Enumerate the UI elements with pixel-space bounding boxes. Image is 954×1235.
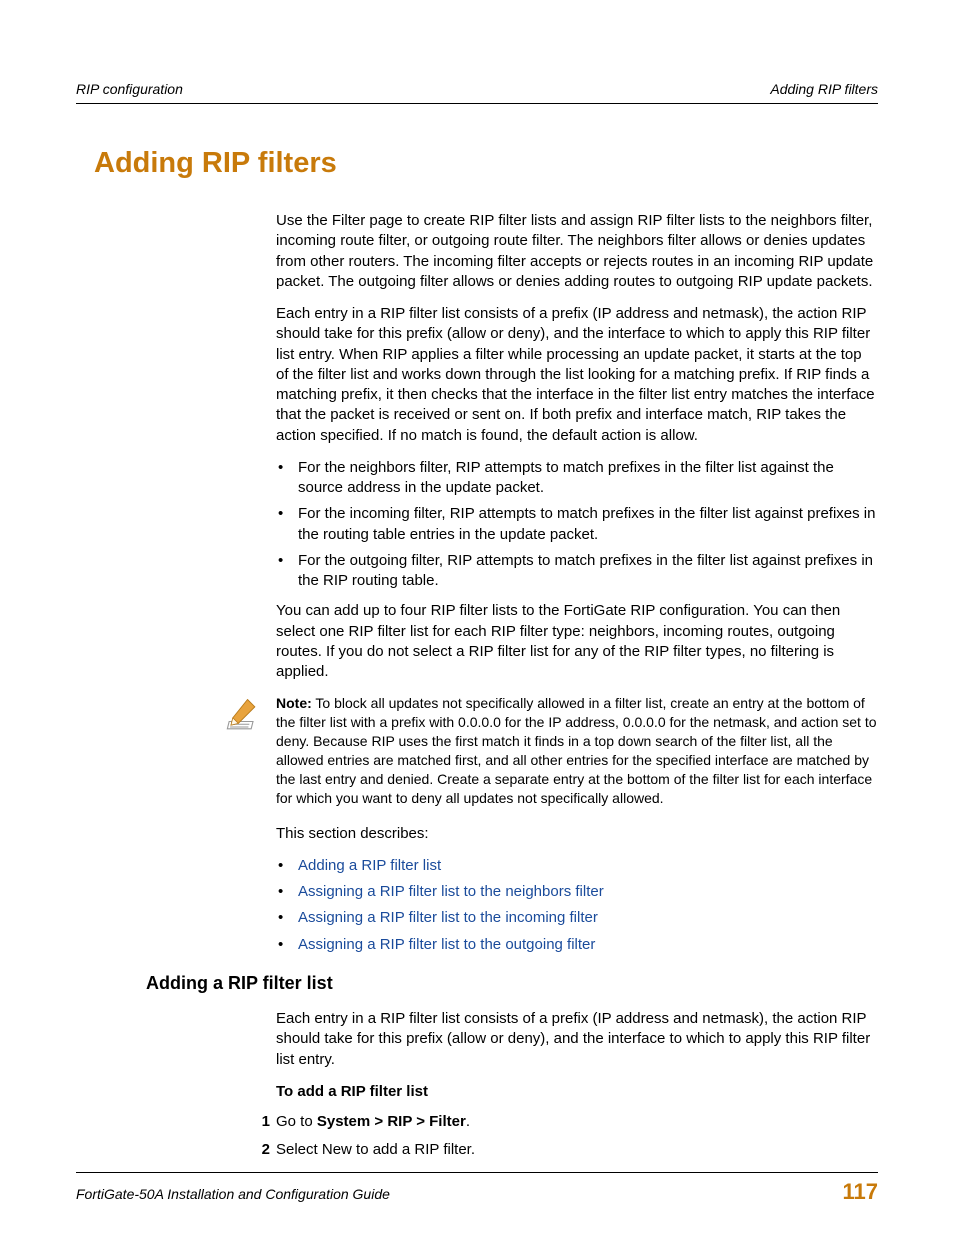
nav-path: System > RIP > Filter xyxy=(317,1113,466,1130)
note-block: Note: To block all updates not specifica… xyxy=(276,694,878,807)
link-incoming-filter[interactable]: Assigning a RIP filter list to the incom… xyxy=(298,909,598,926)
step-number: 2 xyxy=(242,1140,270,1160)
intro-paragraph-2: Each entry in a RIP filter list consists… xyxy=(276,304,878,446)
note-body: To block all updates not specifically al… xyxy=(276,695,877,805)
list-item: For the outgoing filter, RIP attempts to… xyxy=(298,551,878,592)
step-number: 1 xyxy=(242,1112,270,1132)
list-item: For the incoming filter, RIP attempts to… xyxy=(298,504,878,545)
step-row: 2 Select New to add a RIP filter. xyxy=(276,1140,878,1160)
note-text: Note: To block all updates not specifica… xyxy=(276,694,878,807)
header-right: Adding RIP filters xyxy=(770,80,878,99)
section-links-list: Adding a RIP filter list Assigning a RIP… xyxy=(276,856,878,955)
filter-types-list: For the neighbors filter, RIP attempts t… xyxy=(276,458,878,592)
link-adding-filter-list[interactable]: Adding a RIP filter list xyxy=(298,857,441,874)
page-title: Adding RIP filters xyxy=(94,144,878,183)
link-neighbors-filter[interactable]: Assigning a RIP filter list to the neigh… xyxy=(298,883,604,900)
subsection-intro: Each entry in a RIP filter list consists… xyxy=(276,1009,878,1070)
list-item: Assigning a RIP filter list to the outgo… xyxy=(298,935,878,955)
page-number: 117 xyxy=(843,1177,879,1207)
section-describes: This section describes: xyxy=(276,824,878,844)
step-body: Select New to add a RIP filter. xyxy=(276,1140,878,1160)
list-item: Assigning a RIP filter list to the incom… xyxy=(298,908,878,928)
running-header: RIP configuration Adding RIP filters xyxy=(76,80,878,104)
footer-doc-title: FortiGate-50A Installation and Configura… xyxy=(76,1185,390,1204)
step-row: 1 Go to System > RIP > Filter. xyxy=(276,1112,878,1132)
note-pencil-icon xyxy=(220,694,264,744)
link-outgoing-filter[interactable]: Assigning a RIP filter list to the outgo… xyxy=(298,936,595,953)
step-text: . xyxy=(466,1113,470,1130)
list-item: Assigning a RIP filter list to the neigh… xyxy=(298,882,878,902)
note-label: Note: xyxy=(276,695,312,711)
subheading-adding-filter-list: Adding a RIP filter list xyxy=(146,971,878,995)
step-text: Go to xyxy=(276,1113,317,1130)
list-item: For the neighbors filter, RIP attempts t… xyxy=(298,458,878,499)
intro-paragraph-1: Use the Filter page to create RIP filter… xyxy=(276,211,878,292)
list-item: Adding a RIP filter list xyxy=(298,856,878,876)
paragraph-filter-limit: You can add up to four RIP filter lists … xyxy=(276,601,878,682)
step-body: Go to System > RIP > Filter. xyxy=(276,1112,878,1132)
header-left: RIP configuration xyxy=(76,80,183,99)
procedure-title: To add a RIP filter list xyxy=(276,1082,878,1102)
page-footer: FortiGate-50A Installation and Configura… xyxy=(76,1172,878,1207)
